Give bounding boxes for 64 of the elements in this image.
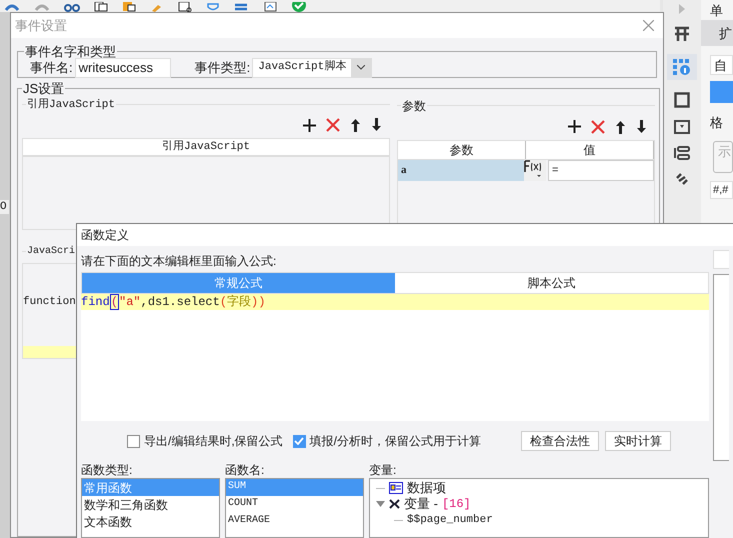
text-box-icon[interactable] — [178, 2, 192, 12]
pattern-field[interactable]: #,# — [710, 180, 733, 198]
panel-tab[interactable]: 扩 — [701, 20, 733, 46]
event-name-field[interactable]: writesuccess — [74, 58, 171, 78]
delete-icon[interactable] — [326, 118, 340, 132]
action-button[interactable]: 实时计算 — [605, 431, 672, 451]
column-header: 值 — [526, 140, 654, 158]
list-label: 函数类型: — [81, 462, 134, 478]
delete-icon[interactable] — [591, 120, 605, 134]
section-title: JavaScri — [26, 244, 76, 258]
cell-info-tab[interactable] — [667, 54, 697, 80]
move-up-icon[interactable] — [615, 120, 626, 134]
column-header: 引用JavaScript — [23, 139, 389, 157]
check-icon — [294, 437, 304, 445]
cell-text: O — [0, 200, 9, 214]
add-icon[interactable] — [303, 118, 316, 132]
code-line: function — [23, 294, 76, 310]
paste-icon[interactable] — [122, 2, 136, 12]
layers-icon[interactable] — [674, 146, 690, 160]
move-down-icon[interactable] — [371, 118, 382, 132]
parameter-cell[interactable]: a — [398, 160, 524, 180]
move-up-icon[interactable] — [350, 118, 361, 132]
tree-item[interactable]: $$page_number — [407, 512, 493, 528]
section-title: 参数 — [401, 98, 427, 114]
copy-icon[interactable] — [94, 2, 108, 12]
list-label: 函数名: — [225, 462, 266, 478]
formula-tab[interactable]: 脚本公式 — [395, 273, 708, 293]
prompt-text: 请在下面的文本编辑框里面输入公式: — [81, 253, 278, 270]
event-name-label: 事件名: — [30, 58, 73, 77]
chevron-down-icon — [357, 65, 366, 70]
group-title: JS设置 — [22, 80, 66, 98]
formula-editor[interactable]: find("a",ds1.select(字段)) — [81, 294, 709, 421]
panel-title: 单 — [709, 2, 724, 20]
format-field[interactable]: 自 — [710, 55, 733, 75]
option-checkbox[interactable]: 导出/编辑结果时,保留公式 — [127, 432, 283, 450]
action-button[interactable]: 检查合法性 — [521, 431, 600, 451]
window-title: 事件设置 — [15, 16, 67, 35]
count-text: [16] — [442, 496, 471, 513]
add-icon[interactable] — [568, 120, 581, 133]
color-swatch[interactable] — [710, 81, 733, 103]
format-label: 格 — [710, 114, 724, 132]
dropdown-widget-icon[interactable] — [674, 120, 690, 134]
window-title: 函数定义 — [81, 227, 129, 244]
move-down-icon[interactable] — [636, 120, 647, 134]
data-list-icon — [389, 482, 403, 494]
grid-info-icon — [673, 59, 691, 75]
value-field[interactable]: = — [548, 160, 654, 180]
variable-icon — [389, 499, 400, 509]
search-field[interactable] — [713, 250, 729, 269]
section-title: 引用JavaScript — [26, 97, 116, 112]
close-icon[interactable] — [643, 20, 654, 31]
border-icon[interactable] — [674, 92, 690, 108]
check-circle-icon[interactable] — [292, 2, 306, 12]
collapse-arrow-icon[interactable] — [376, 501, 385, 507]
chart-image-icon[interactable] — [264, 2, 278, 12]
column-header: 参数 — [398, 140, 526, 158]
event-type-label: 事件类型: — [194, 58, 250, 77]
option-checkbox[interactable]: 填报/分析时，保留公式用于计算 — [292, 432, 482, 450]
formula-button[interactable] — [524, 160, 546, 180]
grid-icon[interactable] — [674, 26, 690, 42]
event-type-dropdown[interactable]: JavaScript脚本 — [252, 58, 372, 78]
undo-icon[interactable] — [4, 4, 20, 12]
sample-box: 示 — [713, 140, 733, 172]
list-label: 变量: — [369, 462, 398, 478]
